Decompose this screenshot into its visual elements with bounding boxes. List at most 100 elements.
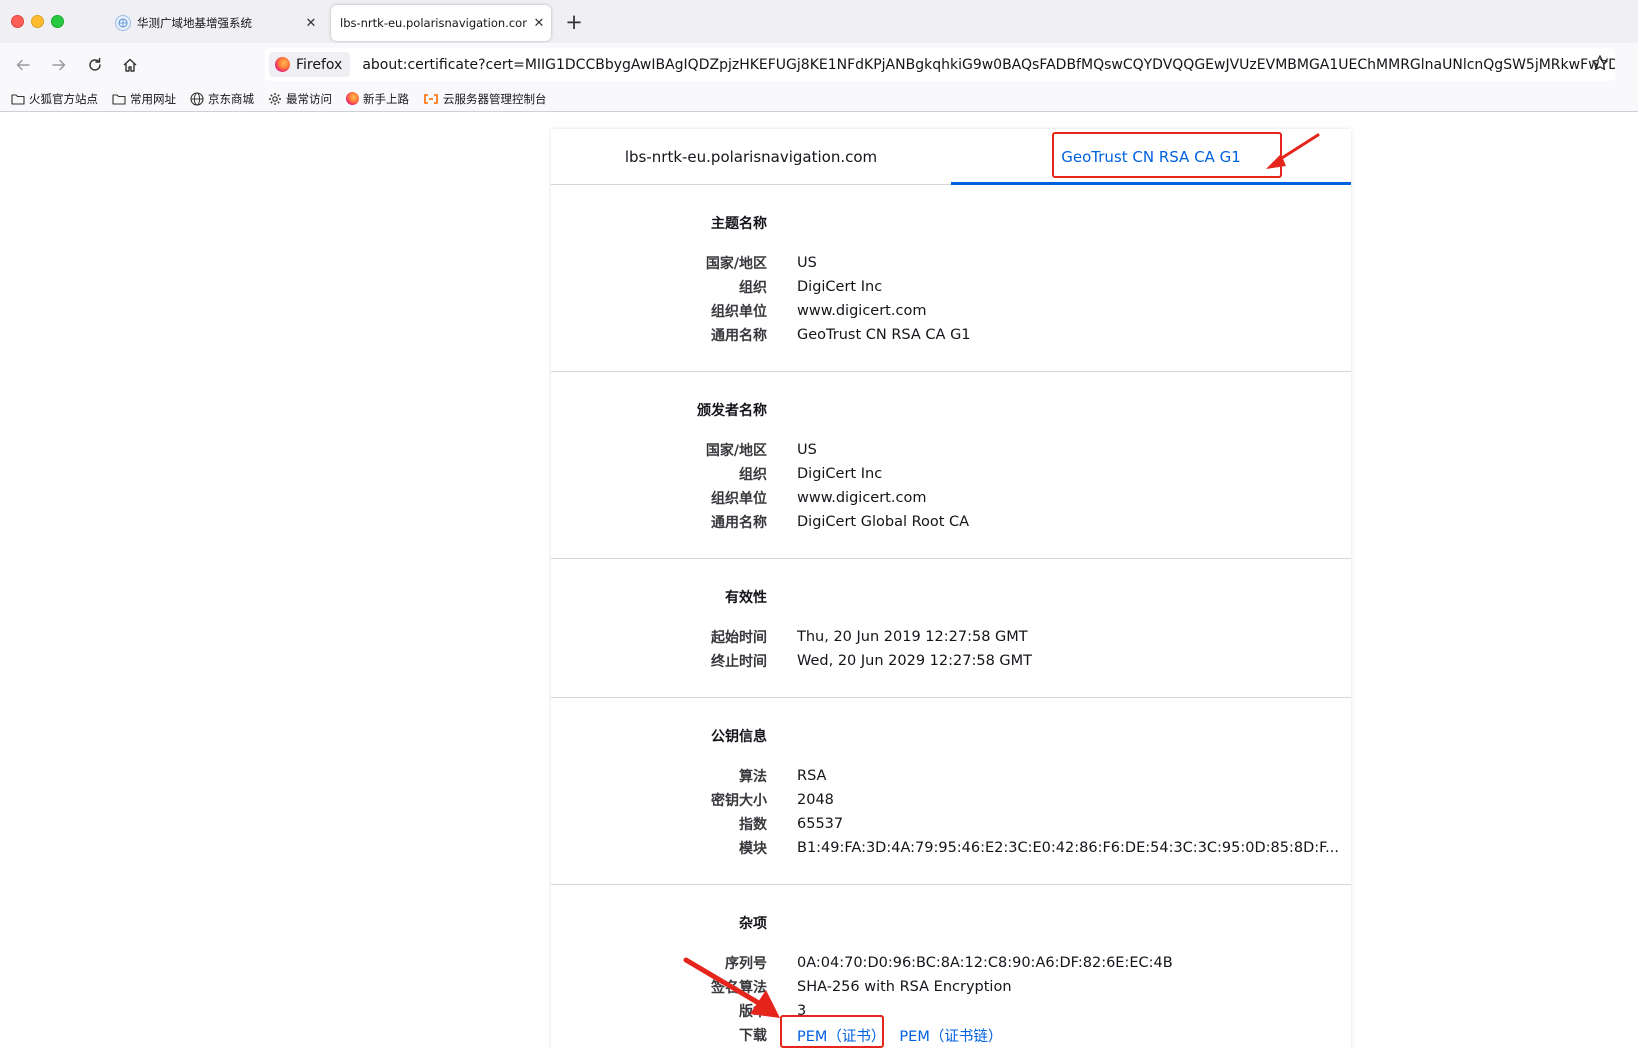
forward-arrow-icon[interactable] [47, 53, 71, 77]
minimize-window-button[interactable] [31, 15, 44, 28]
maximize-window-button[interactable] [51, 15, 64, 28]
tab-leaf-certificate[interactable]: lbs-nrtk-eu.polarisnavigation.com [551, 129, 951, 184]
field-value: GeoTrust CN RSA CA G1 [797, 327, 971, 343]
miscellaneous-section: 杂项 序列号 0A:04:70:D0:96:BC:8A:12:C8:90:A6:D… [551, 885, 1351, 1048]
field-value: DigiCert Inc [797, 466, 883, 482]
bookmark-star-icon[interactable] [1591, 54, 1609, 76]
globe-favicon-icon [115, 15, 131, 31]
field-value: US [797, 442, 817, 458]
section-title: 杂项 [739, 916, 767, 932]
field-value: US [797, 255, 817, 271]
bookmark-item[interactable]: 火狐官方站点 [11, 91, 98, 107]
field-value: RSA [797, 768, 827, 784]
back-arrow-icon[interactable] [11, 53, 35, 77]
gear-icon [269, 92, 281, 105]
field-row: 组织 DigiCert Inc [551, 275, 1351, 299]
field-label: 终止时间 [711, 654, 767, 670]
browser-tab-title: lbs-nrtk-eu.polarisnavigation.com 的 [340, 16, 527, 30]
field-row: 签名算法 SHA-256 with RSA Encryption [551, 975, 1351, 999]
field-row: 组织 DigiCert Inc [551, 462, 1351, 486]
certificate-viewer: lbs-nrtk-eu.polarisnavigation.com GeoTru… [551, 129, 1351, 1048]
field-label: 组织单位 [711, 491, 767, 507]
field-value: Wed, 20 Jun 2029 12:27:58 GMT [797, 653, 1033, 669]
bookmark-label: 常用网址 [130, 91, 176, 106]
field-value: B1:49:FA:3D:4A:79:95:46:E2:3C:E0:42:86:F… [797, 840, 1339, 856]
field-row: 通用名称 GeoTrust CN RSA CA G1 [551, 323, 1351, 347]
field-label: 国家/地区 [705, 256, 767, 272]
url-text[interactable]: about:certificate?cert=MIIG1DCCBbygAwIBA… [362, 57, 1615, 73]
browser-titlebar: 华测广域地基增强系统 ✕ lbs-nrtk-eu.polarisnavigati… [0, 0, 1638, 43]
reload-icon[interactable] [83, 53, 107, 77]
field-label: 密钥大小 [711, 793, 767, 809]
field-label: 国家/地区 [705, 443, 767, 459]
bookmark-item[interactable]: 京东商城 [190, 91, 254, 107]
site-identity-button[interactable]: Firefox [269, 52, 351, 77]
bookmark-label: 最常访问 [286, 91, 332, 106]
section-title: 主题名称 [711, 216, 767, 232]
field-label: 起始时间 [711, 630, 767, 646]
firefox-icon [346, 92, 359, 105]
field-label: 组织 [739, 467, 767, 483]
globe-icon [190, 91, 204, 106]
bookmark-label: 火狐官方站点 [29, 91, 98, 106]
field-value: 0A:04:70:D0:96:BC:8A:12:C8:90:A6:DF:82:6… [797, 955, 1173, 971]
bookmark-label: 云服务器管理控制台 [443, 91, 547, 106]
annotation-highlight-box [780, 1015, 884, 1048]
field-value: SHA-256 with RSA Encryption [797, 979, 1012, 995]
bookmarks-toolbar: 火狐官方站点 常用网址 京东商城 最常访问 新手上路 云服务器管理控制台 [0, 86, 1638, 112]
bookmark-label: 京东商城 [208, 91, 254, 106]
bookmark-item[interactable]: 新手上路 [346, 91, 409, 107]
field-label: 算法 [739, 769, 767, 785]
field-row: 通用名称 DigiCert Global Root CA [551, 510, 1351, 534]
browser-tab-title: 华测广域地基增强系统 [137, 16, 252, 30]
field-label: 模块 [739, 841, 767, 857]
field-value: DigiCert Inc [797, 279, 883, 295]
validity-section: 有效性 起始时间 Thu, 20 Jun 2019 12:27:58 GMT 终止… [551, 559, 1351, 698]
field-label: 通用名称 [711, 328, 767, 344]
field-row: 终止时间 Wed, 20 Jun 2029 12:27:58 GMT [551, 649, 1351, 673]
section-title: 有效性 [725, 590, 767, 606]
field-row: 指数 65537 [551, 812, 1351, 836]
folder-icon [11, 93, 25, 105]
bookmark-item[interactable]: 常用网址 [112, 91, 176, 107]
download-pem-chain-link[interactable]: PEM（证书链） [899, 1029, 1002, 1045]
home-icon[interactable] [118, 53, 142, 77]
navigation-toolbar: Firefox about:certificate?cert=MIIG1DCCB… [0, 43, 1638, 86]
public-key-section: 公钥信息 算法 RSA 密钥大小 2048 指数 65537 模块 B1:49:FA:3… [551, 698, 1351, 885]
firefox-icon [275, 57, 290, 72]
field-value: DigiCert Global Root CA [797, 514, 970, 530]
annotation-arrow-icon [683, 957, 780, 1018]
field-row: 密钥大小 2048 [551, 788, 1351, 812]
bookmark-item[interactable]: 云服务器管理控制台 [423, 91, 547, 107]
close-tab-icon[interactable]: ✕ [299, 16, 323, 31]
address-bar[interactable]: Firefox about:certificate?cert=MIIG1DCCB… [265, 48, 1615, 81]
field-label: 通用名称 [711, 515, 767, 531]
section-title: 公钥信息 [711, 729, 767, 745]
bookmark-item[interactable]: 最常访问 [268, 91, 332, 107]
folder-icon [112, 93, 126, 105]
field-value: www.digicert.com [797, 490, 927, 506]
field-label: 组织单位 [711, 304, 767, 320]
annotation-arrow-icon [1266, 133, 1320, 169]
bookmark-label: 新手上路 [363, 91, 409, 106]
field-row: 模块 B1:49:FA:3D:4A:79:95:46:E2:3C:E0:42:86… [551, 836, 1351, 860]
download-row: 下载 PEM（证书） PEM（证书链） [551, 1023, 1351, 1047]
field-row: 版本3 [551, 999, 1351, 1023]
section-title: 颁发者名称 [697, 403, 767, 419]
field-row: 国家/地区 US [551, 251, 1351, 275]
aliyun-icon [424, 93, 438, 104]
field-value: 2048 [797, 792, 834, 808]
field-row: 国家/地区 US [551, 438, 1351, 462]
new-tab-plus-icon[interactable]: + [563, 11, 585, 33]
field-value: 65537 [797, 816, 844, 832]
tab-label: lbs-nrtk-eu.polarisnavigation.com [624, 147, 878, 166]
field-label: 组织 [739, 280, 767, 296]
identity-label: Firefox [296, 56, 343, 73]
close-window-button[interactable] [11, 15, 24, 28]
close-tab-icon[interactable]: ✕ [527, 16, 551, 31]
browser-tab-1[interactable]: 华测广域地基增强系统 ✕ [105, 5, 323, 41]
field-value: Thu, 20 Jun 2019 12:27:58 GMT [797, 629, 1028, 645]
browser-tab-2[interactable]: lbs-nrtk-eu.polarisnavigation.com 的 ✕ [331, 5, 551, 41]
field-row: 起始时间 Thu, 20 Jun 2019 12:27:58 GMT [551, 625, 1351, 649]
field-label: 指数 [739, 817, 767, 833]
